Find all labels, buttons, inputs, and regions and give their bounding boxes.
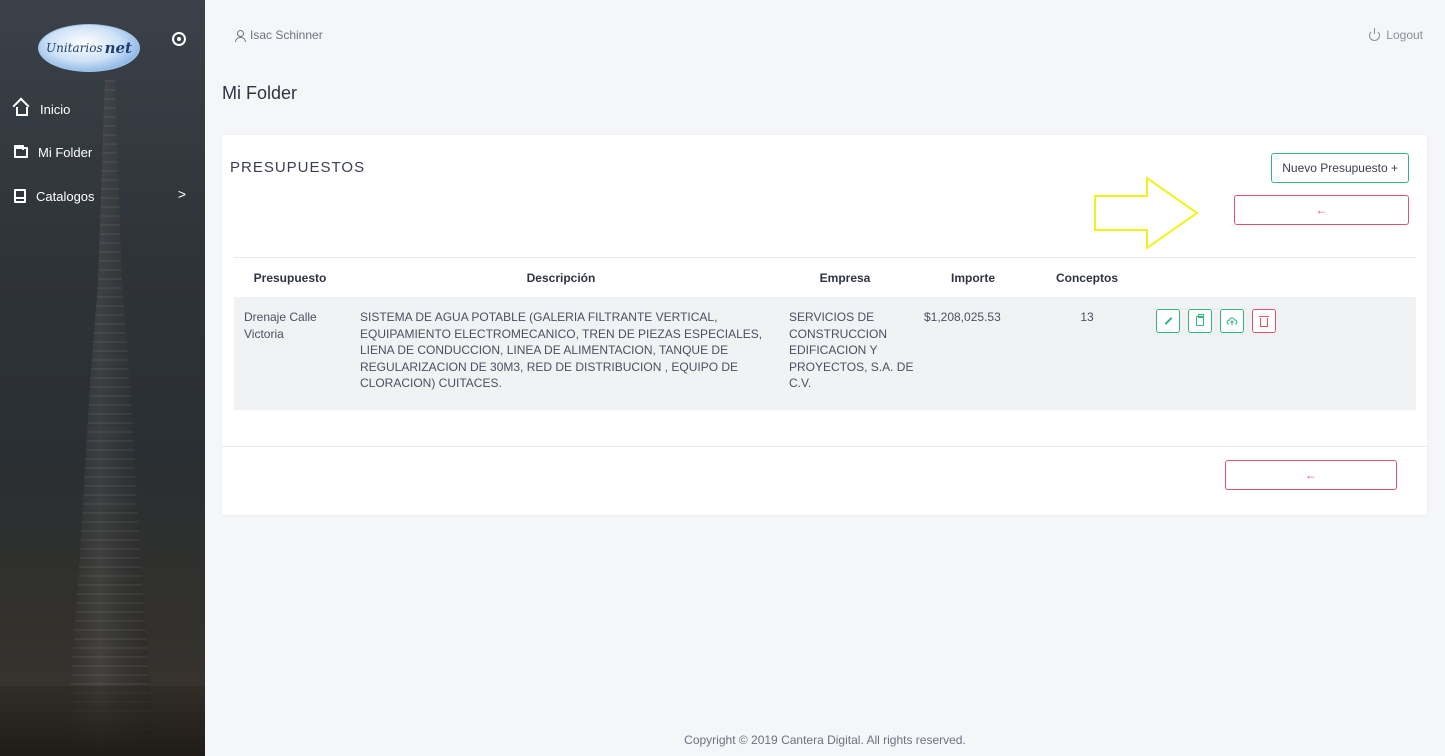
sidebar-item-inicio[interactable]: Inicio bbox=[14, 98, 192, 120]
column-header-descripcion[interactable]: Descripción bbox=[346, 258, 776, 297]
cloud-upload-icon bbox=[1226, 317, 1238, 325]
user-icon bbox=[235, 29, 246, 42]
sidebar: Unitarios net Inicio Mi Folder Catalogos … bbox=[0, 0, 205, 756]
cell-presupuesto: Drenaje Calle Victoria bbox=[234, 297, 346, 410]
logo-text: Unitarios bbox=[45, 41, 103, 55]
user-menu[interactable]: Isac Schinner bbox=[235, 28, 323, 42]
chevron-right-icon: > bbox=[177, 186, 186, 202]
logo-suffix: net bbox=[104, 39, 132, 57]
table-row[interactable]: Drenaje Calle Victoria SISTEMA DE AGUA P… bbox=[234, 297, 1416, 410]
column-header-importe[interactable]: Importe bbox=[914, 258, 1032, 297]
pencil-icon bbox=[1164, 317, 1172, 325]
copy-button[interactable] bbox=[1188, 309, 1212, 333]
clipboard-icon bbox=[1196, 314, 1204, 326]
presupuestos-card: PRESUPUESTOS Nuevo Presupuesto + ← Presu… bbox=[222, 135, 1427, 515]
trash-icon bbox=[1259, 315, 1269, 327]
column-header-presupuesto[interactable]: Presupuesto bbox=[234, 258, 346, 297]
back-button-top[interactable]: ← bbox=[1234, 195, 1409, 225]
cell-descripcion: SISTEMA DE AGUA POTABLE (GALERIA FILTRAN… bbox=[346, 297, 776, 410]
cell-actions bbox=[1142, 297, 1416, 410]
annotation-arrow-icon bbox=[1094, 176, 1199, 250]
new-presupuesto-button[interactable]: Nuevo Presupuesto + bbox=[1271, 153, 1409, 183]
home-icon bbox=[16, 107, 28, 116]
sidebar-item-label: Inicio bbox=[40, 101, 71, 117]
logout-button[interactable]: Logout bbox=[1369, 27, 1423, 42]
table-header-row: Presupuesto Descripción Empresa Importe … bbox=[234, 258, 1416, 297]
column-header-conceptos[interactable]: Conceptos bbox=[1032, 258, 1142, 297]
sidebar-item-mi-folder[interactable]: Mi Folder bbox=[14, 141, 192, 163]
sidebar-item-catalogos[interactable]: Catalogos > bbox=[14, 185, 192, 207]
app-logo[interactable]: Unitarios net bbox=[38, 24, 140, 72]
sidebar-item-label: Mi Folder bbox=[38, 144, 93, 160]
edit-button[interactable] bbox=[1156, 309, 1180, 333]
upload-button[interactable] bbox=[1220, 309, 1244, 333]
main-content: Isac Schinner Logout Mi Folder PRESUPUES… bbox=[205, 0, 1445, 756]
presupuestos-table: Presupuesto Descripción Empresa Importe … bbox=[234, 257, 1416, 410]
cell-importe: $1,208,025.53 bbox=[914, 297, 1032, 410]
card-title: PRESUPUESTOS bbox=[230, 159, 366, 176]
logout-label: Logout bbox=[1386, 28, 1423, 42]
cell-conceptos: 13 bbox=[1032, 297, 1142, 410]
sidebar-item-label: Catalogos bbox=[36, 188, 95, 204]
sidebar-toggle-icon[interactable] bbox=[172, 32, 186, 46]
column-header-empresa[interactable]: Empresa bbox=[776, 258, 914, 297]
delete-button[interactable] bbox=[1252, 309, 1276, 333]
back-button-bottom[interactable]: ← bbox=[1225, 460, 1397, 490]
power-icon bbox=[1369, 27, 1381, 41]
book-icon bbox=[14, 189, 26, 203]
page-title: Mi Folder bbox=[222, 83, 298, 103]
folder-icon bbox=[14, 144, 28, 158]
user-name: Isac Schinner bbox=[250, 28, 323, 42]
footer-copyright: Copyright © 2019 Cantera Digital. All ri… bbox=[684, 733, 966, 747]
cell-empresa: SERVICIOS DE CONSTRUCCION EDIFICACION Y … bbox=[776, 297, 914, 410]
